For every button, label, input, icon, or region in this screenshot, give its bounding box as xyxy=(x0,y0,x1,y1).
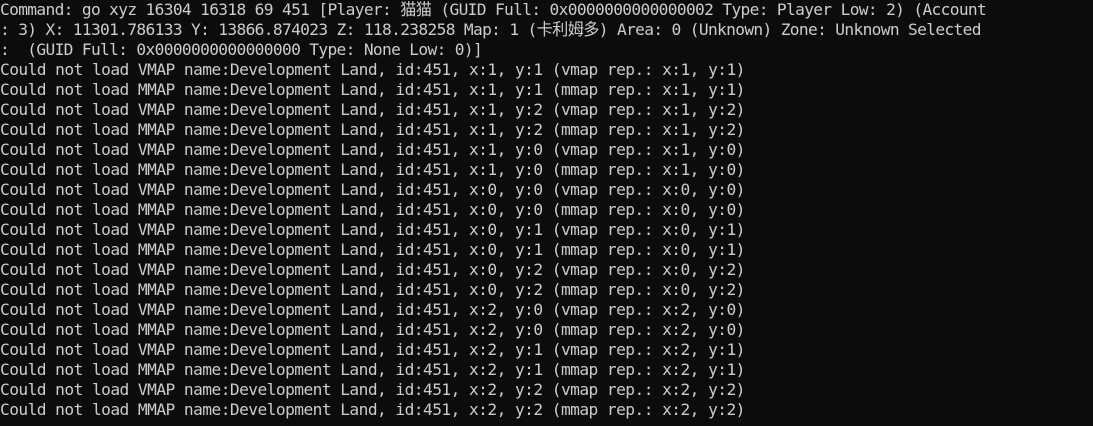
command-output-line: : (GUID Full: 0x0000000000000000 Type: N… xyxy=(0,40,483,59)
log-line: Could not load MMAP name:Development Lan… xyxy=(0,320,745,339)
log-line: Could not load MMAP name:Development Lan… xyxy=(0,400,745,419)
log-line: Could not load VMAP name:Development Lan… xyxy=(0,260,745,279)
log-line: Could not load VMAP name:Development Lan… xyxy=(0,340,745,359)
log-line: Could not load MMAP name:Development Lan… xyxy=(0,280,745,299)
log-line: Could not load MMAP name:Development Lan… xyxy=(0,80,745,99)
command-output-line: Command: go xyz 16304 16318 69 451 [Play… xyxy=(0,0,987,19)
log-line: Could not load VMAP name:Development Lan… xyxy=(0,300,745,319)
log-line: Could not load MMAP name:Development Lan… xyxy=(0,160,745,179)
log-line: Could not load MMAP name:Development Lan… xyxy=(0,360,745,379)
log-line: Could not load VMAP name:Development Lan… xyxy=(0,60,745,79)
console-output[interactable]: Command: go xyz 16304 16318 69 451 [Play… xyxy=(0,0,1093,426)
log-line: Could not load MMAP name:Development Lan… xyxy=(0,200,745,219)
log-line: Could not load MMAP name:Development Lan… xyxy=(0,120,745,139)
log-line: Could not load MMAP name:Development Lan… xyxy=(0,240,745,259)
log-line: Could not load VMAP name:Development Lan… xyxy=(0,180,745,199)
log-line: Could not load VMAP name:Development Lan… xyxy=(0,140,745,159)
log-line: Could not load VMAP name:Development Lan… xyxy=(0,380,745,399)
log-line: Could not load VMAP name:Development Lan… xyxy=(0,220,745,239)
command-output-line: : 3) X: 11301.786133 Y: 13866.874023 Z: … xyxy=(0,20,981,39)
log-line: Could not load VMAP name:Development Lan… xyxy=(0,100,745,119)
